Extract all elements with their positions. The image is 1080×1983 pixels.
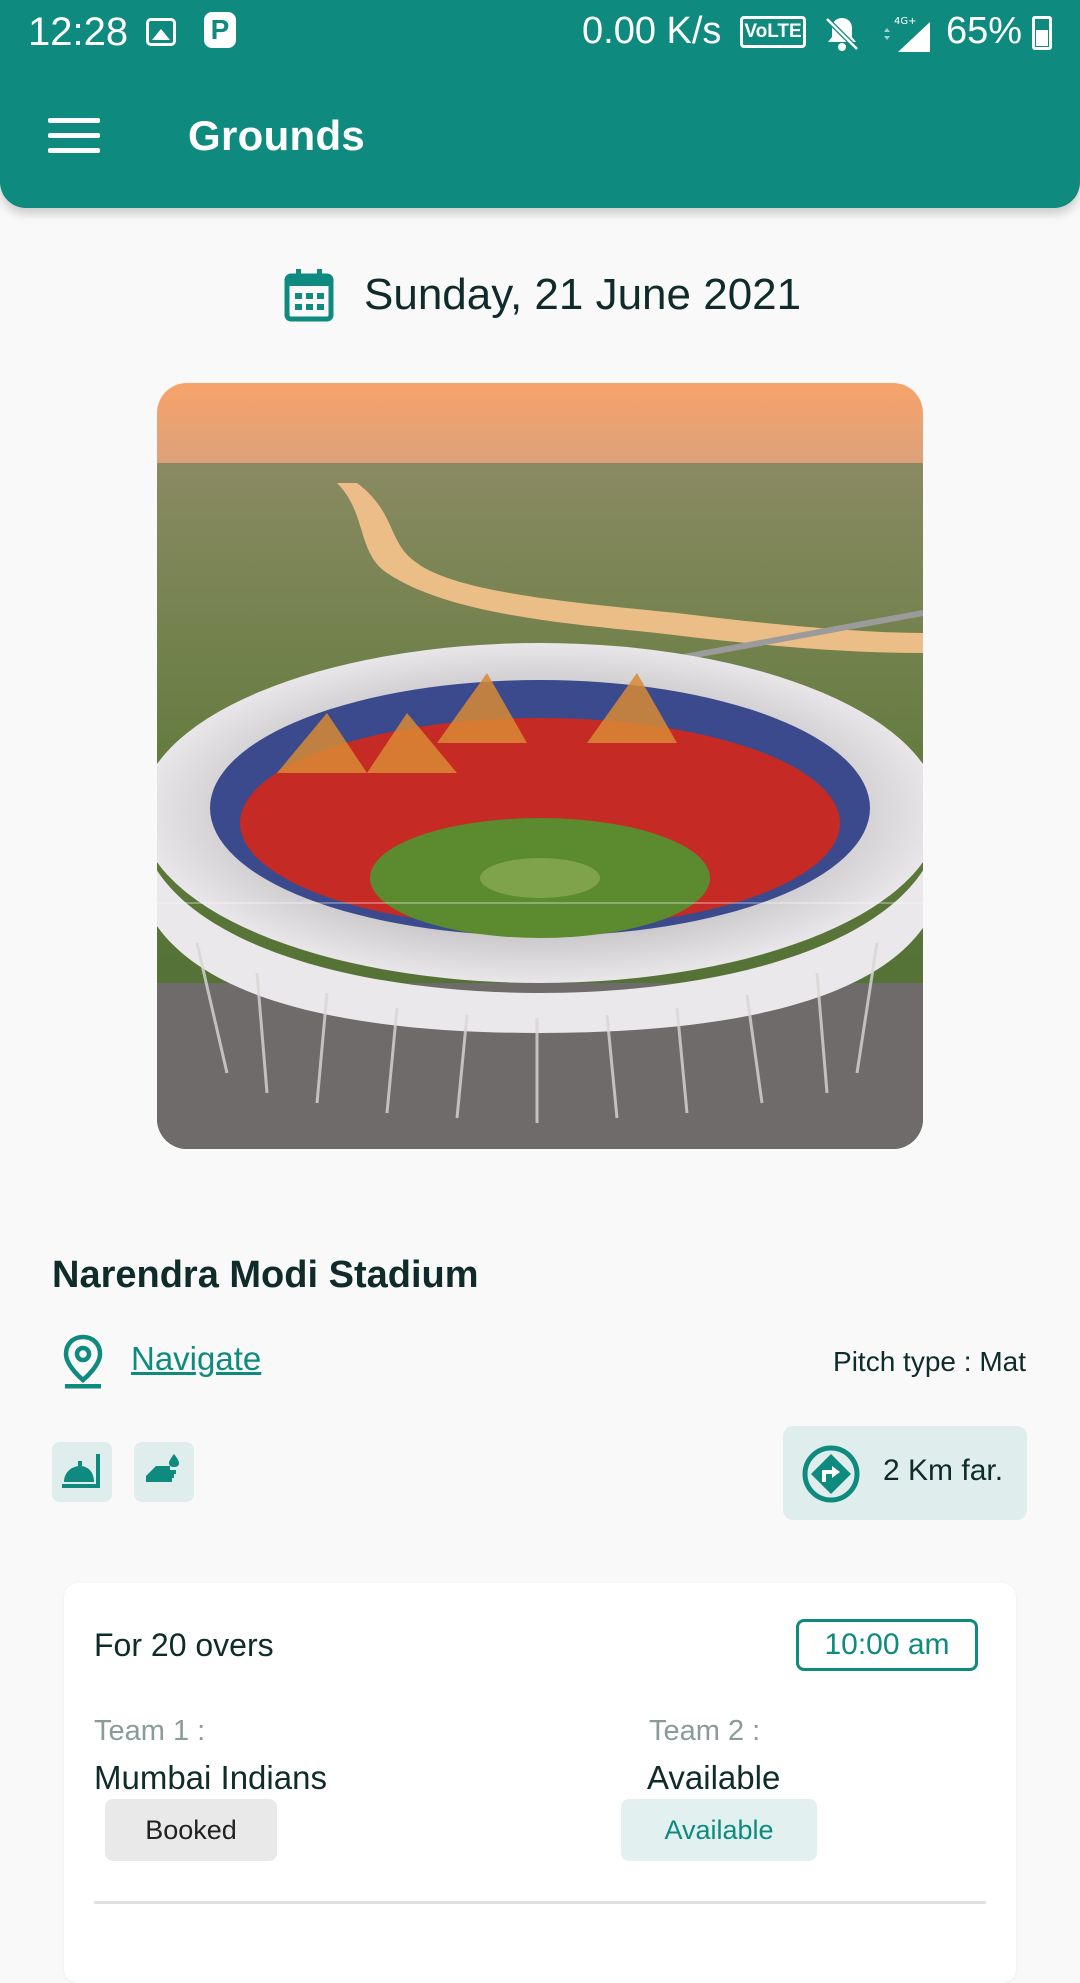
team2-label: Team 2 : xyxy=(649,1715,761,1747)
distance-text: 2 Km far. xyxy=(883,1454,1004,1487)
food-amenity-icon xyxy=(52,1442,112,1502)
pitch-type: Pitch type : Mat xyxy=(833,1346,1026,1377)
status-bar: 12:28 P 0.00 K/s VoLTE 4G+ 65% xyxy=(0,0,1080,66)
calendar-icon xyxy=(284,269,334,322)
team2-name: Available xyxy=(647,1759,781,1796)
team1-status-badge: Booked xyxy=(105,1799,277,1861)
battery-percent: 65% xyxy=(946,10,1023,52)
app-bar: 12:28 P 0.00 K/s VoLTE 4G+ 65% Grounds xyxy=(0,0,1080,208)
status-time: 12:28 xyxy=(28,10,129,54)
ground-name: Narendra Modi Stadium xyxy=(52,1254,479,1296)
team2-status-button[interactable]: Available xyxy=(621,1799,817,1861)
volte-icon: VoLTE xyxy=(740,16,806,48)
page-title: Grounds xyxy=(188,112,366,159)
directions-icon xyxy=(802,1445,860,1503)
date-row: Sunday, 21 June 2021 xyxy=(0,262,1080,332)
team1-name: Mumbai Indians xyxy=(94,1759,327,1796)
team1-label: Team 1 : xyxy=(94,1715,206,1747)
handwash-amenity-icon xyxy=(134,1442,194,1502)
network-speed: 0.00 K/s xyxy=(582,10,722,52)
signal-icon: 4G+ xyxy=(884,16,930,52)
location-pin-icon[interactable] xyxy=(62,1334,104,1390)
battery-icon xyxy=(1032,16,1052,50)
bell-muted-icon xyxy=(825,17,859,51)
overs-label: For 20 overs xyxy=(94,1627,274,1663)
distance-chip: 2 Km far. xyxy=(783,1426,1027,1520)
svg-text:4G+: 4G+ xyxy=(894,16,917,27)
stadium-image xyxy=(157,383,923,1149)
slot-card[interactable]: For 20 overs 10:00 am Team 1 : Team 2 : … xyxy=(64,1583,1016,1983)
parking-notification-icon: P xyxy=(204,12,236,48)
slot-time: 10:00 am xyxy=(796,1619,978,1671)
divider xyxy=(94,1901,986,1904)
menu-icon[interactable] xyxy=(48,118,100,158)
navigate-link[interactable]: Navigate xyxy=(131,1340,261,1378)
gallery-notification-icon xyxy=(146,18,176,46)
selected-date[interactable]: Sunday, 21 June 2021 xyxy=(364,270,801,320)
